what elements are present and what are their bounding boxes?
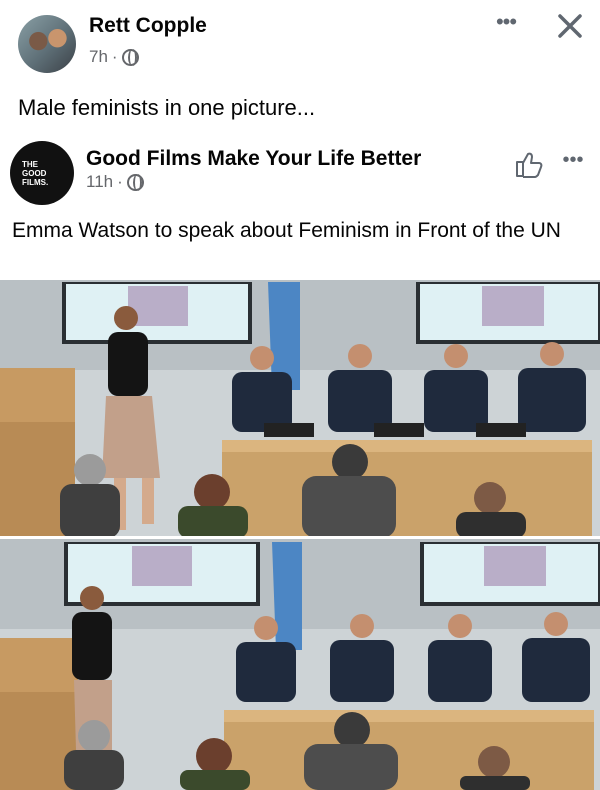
close-icon [558, 14, 582, 38]
page-avatar-line: THE [22, 159, 38, 169]
page-name[interactable]: Good Films Make Your Life Better [86, 147, 421, 171]
author-name[interactable]: Rett Copple [89, 14, 207, 38]
meta-separator: · [111, 47, 118, 66]
more-options-button[interactable]: ••• [488, 11, 524, 40]
globe-icon[interactable] [121, 48, 139, 66]
close-button[interactable] [552, 8, 588, 44]
shared-post-meta: 11h · [86, 172, 144, 192]
post-photo[interactable] [0, 280, 600, 790]
like-page-button[interactable] [514, 149, 544, 179]
shared-post-text: Emma Watson to speak about Feminism in F… [12, 219, 561, 242]
shared-more-options-button[interactable]: ••• [557, 150, 589, 176]
page-avatar[interactable]: THE GOOD FILMS. [10, 141, 74, 205]
post-text: Male feminists in one picture... [18, 95, 316, 120]
globe-icon[interactable] [126, 173, 144, 191]
page-avatar-line: FILMS. [22, 177, 49, 187]
shared-post-time[interactable]: 11h [86, 172, 113, 192]
author-avatar[interactable] [18, 15, 76, 73]
post-time[interactable]: 7h [89, 47, 108, 67]
post-meta: 7h · [89, 47, 139, 67]
meta-separator: · [117, 172, 123, 191]
thumbs-up-icon [516, 152, 543, 178]
post-header: Rett Copple 7h · ••• [0, 0, 600, 80]
page-avatar-line: GOOD [22, 168, 47, 178]
shared-post: THE GOOD FILMS. Good Films Make Your Lif… [0, 132, 600, 790]
un-event-photo [0, 280, 600, 790]
